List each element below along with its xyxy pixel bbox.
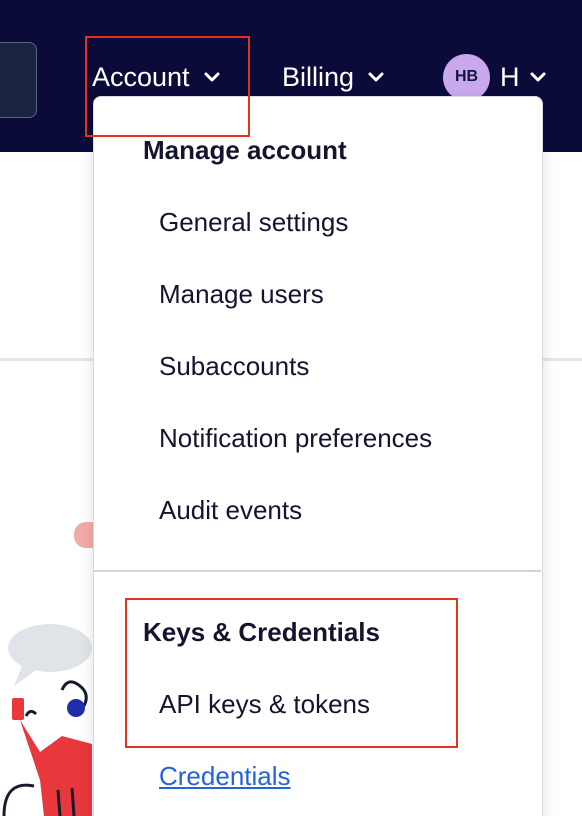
menu-item-manage-users[interactable]: Manage users [159,279,324,310]
billing-label: Billing [282,61,355,92]
menu-item-credentials[interactable]: Credentials [159,761,291,792]
user-menu-button[interactable]: HB H [443,53,546,101]
menu-item-subaccounts[interactable]: Subaccounts [159,351,309,382]
account-menu-button[interactable]: Account [92,57,220,97]
keys-credentials-heading: Keys & Credentials [143,617,380,647]
menu-item-general-settings[interactable]: General settings [159,207,348,238]
billing-menu-button[interactable]: Billing [282,57,384,97]
account-dropdown-menu: Manage account General settings Manage u… [93,96,543,816]
chevron-down-icon [530,72,546,83]
user-name: H [500,61,520,92]
manage-account-heading: Manage account [143,135,347,165]
search-input[interactable] [0,42,37,118]
chevron-down-icon [204,72,220,83]
page: Account Billing HB H Manage account Gene… [0,0,582,816]
menu-item-audit-events[interactable]: Audit events [159,495,302,526]
menu-item-notification-preferences[interactable]: Notification preferences [159,423,432,454]
menu-divider [94,570,541,572]
menu-item-api-keys-tokens[interactable]: API keys & tokens [159,689,370,720]
account-label: Account [92,61,190,92]
avatar: HB [443,53,490,101]
person-illustration [2,624,92,816]
chevron-down-icon [368,72,384,83]
